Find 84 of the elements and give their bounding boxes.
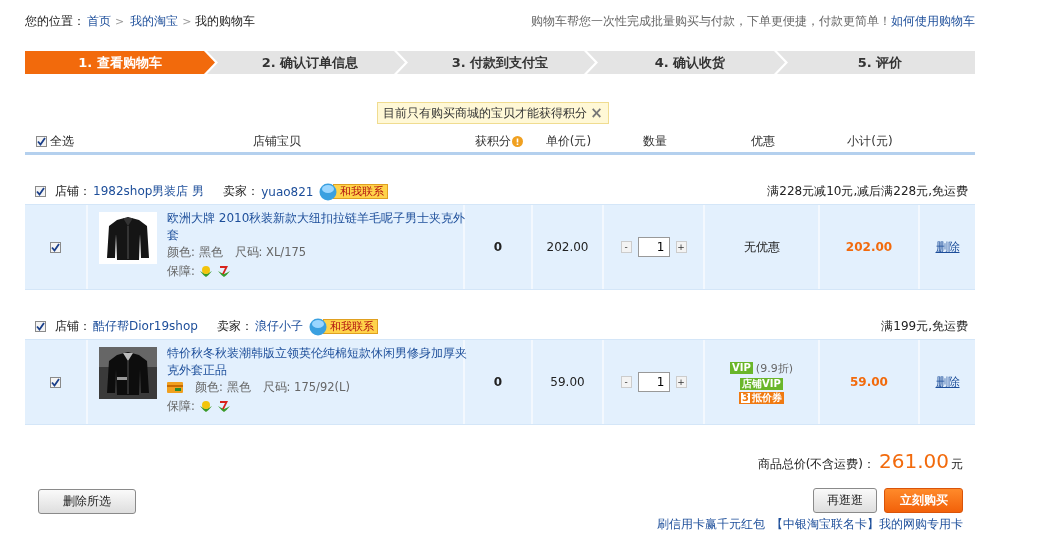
currency-unit: 元	[951, 456, 963, 473]
continue-shopping-button[interactable]: 再逛逛	[813, 488, 877, 513]
points-value: 0	[493, 375, 503, 389]
coupon-badge: 3 抵价券	[739, 391, 784, 404]
product-title-link[interactable]: 欧洲大牌 2010秋装新款大纽扣拉链羊毛呢子男士夹克外套	[167, 210, 467, 244]
total-label: 商品总价(不含运费)：	[757, 456, 875, 473]
delete-link[interactable]: 删除	[935, 373, 960, 391]
chat-bubble-icon	[308, 317, 327, 336]
sku-color: 颜色: 黑色	[167, 244, 223, 261]
progress-step: 1. 查看购物车	[25, 51, 215, 74]
column-header: 优惠	[750, 132, 775, 150]
check-icon	[51, 377, 60, 387]
breadcrumb-separator: >	[115, 14, 125, 28]
decrease-button[interactable]: -	[620, 376, 632, 388]
column-header: 获积分	[475, 132, 511, 150]
quantity-field[interactable]: 1	[637, 372, 670, 392]
increase-button[interactable]: +	[675, 376, 687, 388]
select-all-label: 全选	[50, 132, 74, 150]
progress-step: 3. 付款到支付宝	[397, 51, 595, 74]
subtotal-value: 59.00	[850, 375, 888, 389]
guarantee-label: 保障:	[167, 263, 195, 280]
delete-selected-button[interactable]: 删除所选	[38, 489, 136, 514]
breadcrumb-label: 您的位置：	[25, 12, 85, 30]
checkbox[interactable]	[50, 376, 61, 388]
points-value: 0	[493, 240, 503, 254]
sku-size: 尺码: 175/92(L)	[262, 379, 350, 396]
decrease-button[interactable]: -	[620, 241, 632, 253]
subtotal-value: 202.00	[845, 240, 893, 254]
progress-step: 4. 确认收货	[587, 51, 785, 74]
progress-step: 2. 确认订单信息	[207, 51, 405, 74]
check-icon	[36, 187, 45, 196]
total-amount: 261.00	[879, 449, 949, 473]
column-header: 小计(元)	[847, 132, 893, 150]
shop-label: 店铺：	[55, 318, 91, 335]
seller-label: 卖家：	[223, 183, 260, 200]
shipping-promo: 满199元,免运费	[881, 318, 968, 335]
help-link[interactable]: 如何使用购物车	[891, 13, 975, 29]
seller-label: 卖家：	[216, 318, 253, 335]
unit-price: 202.00	[546, 240, 589, 254]
flower-icon	[198, 265, 213, 278]
check-icon	[37, 136, 46, 146]
checkbox[interactable]	[36, 135, 47, 147]
help-icon	[512, 135, 523, 147]
guarantee-label: 保障:	[167, 398, 195, 415]
breadcrumb-current: 我的购物车	[195, 12, 256, 30]
unit-price: 59.00	[550, 375, 585, 389]
sku-color: 颜色: 黑色	[195, 379, 251, 396]
seven-badge-icon	[216, 265, 231, 278]
breadcrumb-link[interactable]: 我的淘宝	[130, 12, 179, 30]
notice-text: 目前只有购买商城的宝贝才能获得积分	[383, 105, 588, 121]
progress-step: 5. 评价	[777, 51, 975, 74]
increase-button[interactable]: +	[675, 241, 687, 253]
shop-label: 店铺：	[55, 183, 91, 200]
promo-link[interactable]: 刷信用卡赢千元红包	[657, 517, 765, 532]
seven-badge-icon	[216, 400, 231, 413]
close-button[interactable]: ×	[590, 105, 603, 121]
vip-badge: 店铺VIP	[740, 377, 783, 390]
checkbox[interactable]	[35, 186, 46, 197]
shop-link[interactable]: 酷仔帮Dior19shop	[93, 318, 198, 335]
vip-badge: VIP	[730, 362, 753, 374]
shop-link[interactable]: 1982shop男装店 男	[93, 183, 205, 200]
delete-link[interactable]: 删除	[935, 238, 960, 256]
checkbox[interactable]	[35, 321, 46, 332]
column-header: 店铺宝贝	[252, 132, 301, 150]
chat-bubble-icon	[319, 182, 338, 201]
discount-text: 无优惠	[743, 238, 780, 256]
flower-icon	[198, 400, 213, 413]
checkbox[interactable]	[50, 241, 61, 253]
check-icon	[51, 242, 60, 252]
promo-link[interactable]: 【中银淘宝联名卡】我的网购专用卡	[771, 517, 963, 532]
product-title-link[interactable]: 特价秋冬秋装潮韩版立领英伦纯棉短款休闲男修身加厚夹克外套正品	[167, 345, 467, 379]
help-text: 购物车帮您一次性完成批量购买与付款，下单更便捷，付款更简单！	[531, 13, 891, 29]
discount-rate: (9.9折)	[755, 360, 793, 376]
seller-link[interactable]: 浪仔小子	[254, 318, 303, 335]
sku-size: 尺码: XL/175	[234, 244, 307, 261]
quantity-field[interactable]: 1	[637, 237, 670, 257]
card-icon	[167, 382, 183, 393]
column-header: 数量	[642, 132, 667, 150]
seller-link[interactable]: yuao821	[261, 184, 314, 199]
column-header: 单价(元)	[545, 132, 592, 150]
breadcrumb-link[interactable]: 首页	[87, 12, 111, 30]
breadcrumb-separator: >	[182, 14, 192, 28]
shipping-promo: 满228元减10元,减后满228元,免运费	[767, 183, 968, 200]
check-icon	[36, 322, 45, 331]
